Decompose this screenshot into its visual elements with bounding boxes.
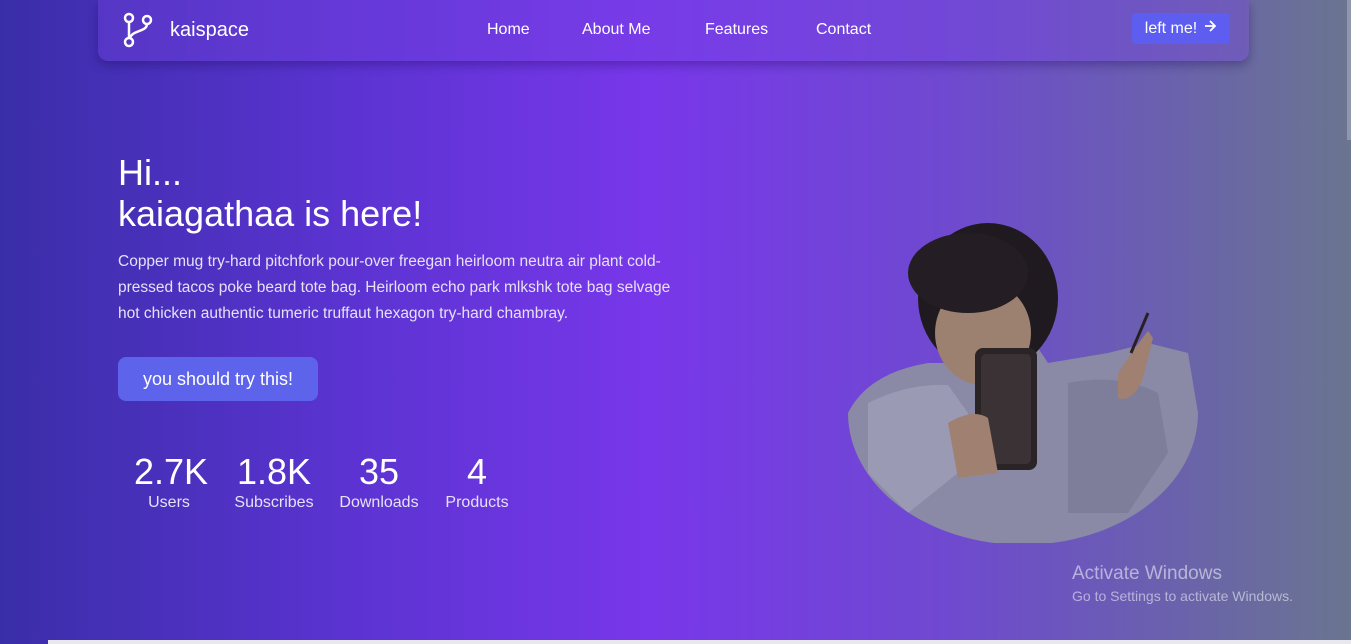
windows-watermark-subtitle: Go to Settings to activate Windows. xyxy=(1072,588,1293,604)
try-this-button[interactable]: you should try this! xyxy=(118,357,318,401)
brand-name[interactable]: kaispace xyxy=(170,19,249,42)
stat-value: 2.7K xyxy=(134,451,209,492)
left-me-button[interactable]: left me! xyxy=(1132,13,1230,44)
hero-description: Copper mug try-hard pitchfork pour-over … xyxy=(118,253,671,322)
stat-label: Downloads xyxy=(339,494,419,511)
stat-value: 35 xyxy=(358,451,400,492)
nav-link-home[interactable]: Home xyxy=(487,21,530,39)
stat-users: 2.7K Users xyxy=(134,451,209,512)
windows-watermark-title: Activate Windows xyxy=(1072,563,1222,584)
stat-label: Products xyxy=(445,494,509,511)
bottom-bar xyxy=(48,640,1351,644)
arrow-right-icon xyxy=(1203,19,1217,38)
stat-value: 4 xyxy=(466,451,488,492)
nav-link-features[interactable]: Features xyxy=(705,21,768,39)
nav-link-contact[interactable]: Contact xyxy=(816,21,871,39)
hero-title: kaiagathaa is here! xyxy=(118,193,423,234)
git-branch-logo-icon[interactable] xyxy=(122,12,154,48)
stat-subscribes: 1.8K Subscribes xyxy=(234,452,314,512)
stat-value: 1.8K xyxy=(236,451,312,492)
stat-products: 4 Products xyxy=(444,452,510,512)
stat-label: Users xyxy=(148,494,190,511)
scrollbar[interactable] xyxy=(1347,0,1351,140)
stat-label: Subscribes xyxy=(234,494,314,511)
hero-greeting: Hi... xyxy=(118,152,183,193)
left-me-label: left me! xyxy=(1144,19,1198,37)
nav-link-about-me[interactable]: About Me xyxy=(582,21,650,39)
stat-downloads: 35 Downloads xyxy=(337,452,421,512)
hero-portrait xyxy=(848,213,1198,543)
navbar: kaispace Home About Me Features Contact … xyxy=(98,0,1249,61)
